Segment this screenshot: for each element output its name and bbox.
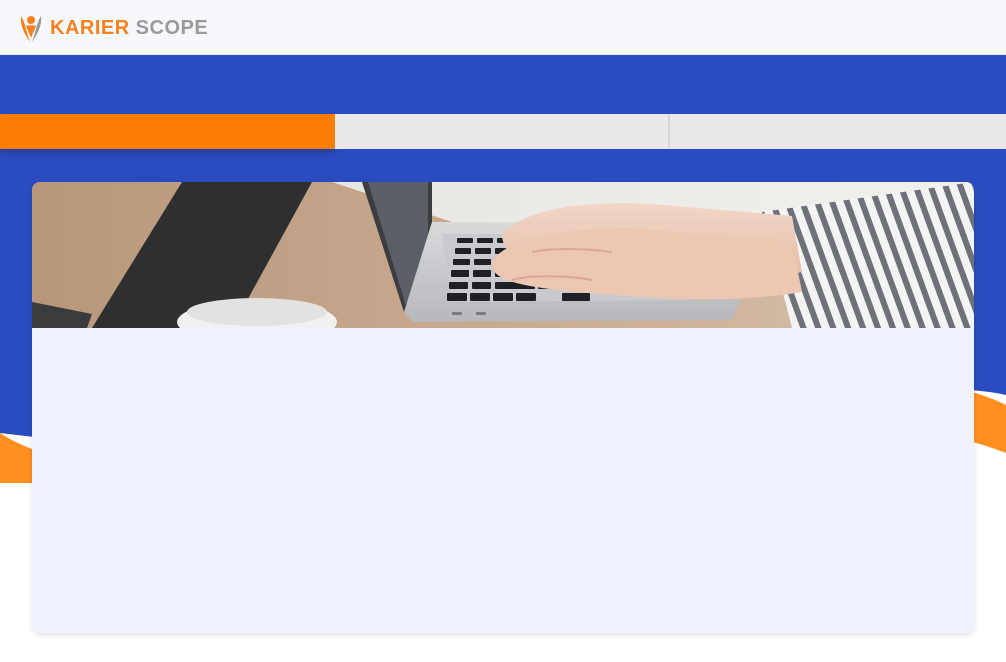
tab-3[interactable] [670, 114, 1006, 149]
person-flame-logo-icon [20, 16, 42, 42]
brand-logo[interactable]: KARIER SCOPE [18, 12, 208, 44]
brand-name-part2: SCOPE [135, 17, 209, 39]
tab-bar [0, 114, 1006, 149]
brand-name-part1: KARIER [50, 17, 130, 39]
top-header: KARIER SCOPE [0, 0, 1006, 55]
tab-1-active[interactable] [0, 114, 335, 149]
brand-name: KARIER SCOPE [50, 12, 208, 44]
tab-2[interactable] [335, 114, 670, 149]
content-card [32, 182, 974, 633]
card-content-area [32, 328, 974, 633]
hands-typing-on-laptop-image [32, 182, 974, 328]
